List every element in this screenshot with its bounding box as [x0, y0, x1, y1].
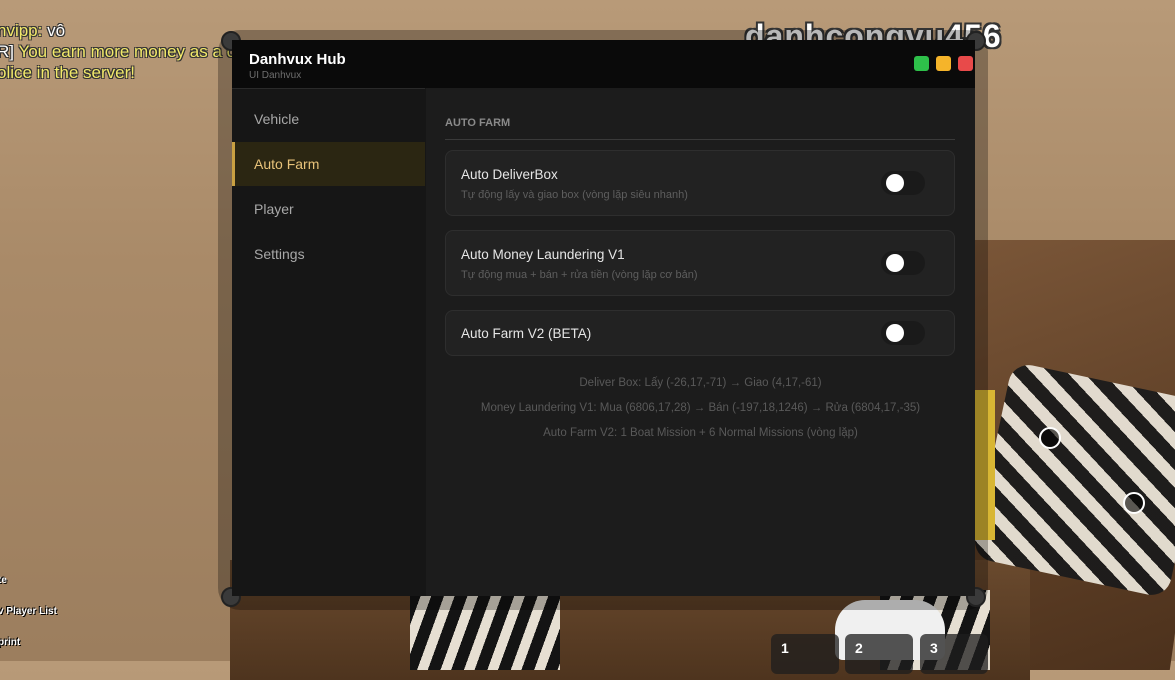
toggle-title: Auto Farm V2 (BETA) — [461, 326, 592, 341]
maximize-button[interactable] — [914, 56, 929, 71]
hotbar-number: 1 — [781, 640, 789, 656]
auto-farm-v2-toggle[interactable] — [881, 321, 925, 345]
sidebar-item-player[interactable]: Player — [232, 187, 425, 231]
window-subtitle: UI Danhvux — [249, 70, 302, 81]
touch-point-icon — [1039, 427, 1061, 449]
hotbar-number: 3 — [930, 640, 938, 656]
chat-message: vô — [47, 21, 66, 40]
toggle-card-auto-deliverbox: Auto DeliverBox Tự động lấy và giao box … — [445, 150, 955, 216]
sidebar: Vehicle Auto Farm Player Settings — [232, 88, 425, 596]
toggle-knob — [886, 254, 904, 272]
info-line-auto-farm-v2: Auto Farm V2: 1 Boat Mission + 6 Normal … — [543, 427, 858, 439]
info-line-money-laundering: Money Laundering V1: Mua (6806,17,28) → … — [480, 402, 921, 414]
divider — [445, 139, 955, 140]
chat-prefix: R] — [0, 42, 14, 61]
toggle-knob — [886, 174, 904, 192]
toggle-title: Auto Money Laundering V1 — [461, 247, 625, 262]
hotbar-slot-1[interactable]: 1 — [771, 634, 839, 674]
main-panel: AUTO FARM Auto DeliverBox Tự động lấy và… — [426, 88, 975, 596]
auto-money-laundering-toggle[interactable] — [881, 251, 925, 275]
side-menu-item[interactable]: te — [0, 575, 7, 586]
info-line-deliver-box: Deliver Box: Lấy (-26,17,-71) → Giao (4,… — [579, 377, 822, 389]
hotbar-number: 2 — [855, 640, 863, 656]
chat-name: nvipp: — [0, 21, 43, 40]
window-title: Danhvux Hub — [249, 51, 346, 68]
toggle-knob — [886, 324, 904, 342]
hotbar-slot-2[interactable]: 2 — [845, 634, 913, 674]
close-button[interactable] — [958, 56, 973, 71]
toggle-card-auto-farm-v2: Auto Farm V2 (BETA) — [445, 310, 955, 356]
side-menu-item[interactable]: print — [0, 637, 20, 648]
sidebar-item-vehicle[interactable]: Vehicle — [232, 97, 425, 141]
title-bar[interactable]: Danhvux Hub UI Danhvux — [232, 40, 975, 88]
minimize-button[interactable] — [936, 56, 951, 71]
auto-deliverbox-toggle[interactable] — [881, 171, 925, 195]
touch-point-icon — [1123, 492, 1145, 514]
section-title: AUTO FARM — [445, 117, 511, 129]
chat-message: olice in the server! — [0, 63, 135, 82]
toggle-card-auto-money-laundering: Auto Money Laundering V1 Tự động mua + b… — [445, 230, 955, 296]
hub-window: Danhvux Hub UI Danhvux Vehicle Auto Farm… — [232, 40, 975, 596]
toggle-title: Auto DeliverBox — [461, 167, 558, 182]
sidebar-item-auto-farm[interactable]: Auto Farm — [232, 142, 425, 186]
sidebar-item-settings[interactable]: Settings — [232, 232, 425, 276]
hotbar-slot-3[interactable]: 3 — [920, 634, 988, 674]
side-menu-item-player-list[interactable]: v Player List — [0, 606, 57, 617]
toggle-description: Tự động lấy và giao box (vòng lặp siêu n… — [461, 189, 688, 201]
toggle-description: Tự động mua + bán + rửa tiền (vòng lặp c… — [461, 269, 698, 281]
